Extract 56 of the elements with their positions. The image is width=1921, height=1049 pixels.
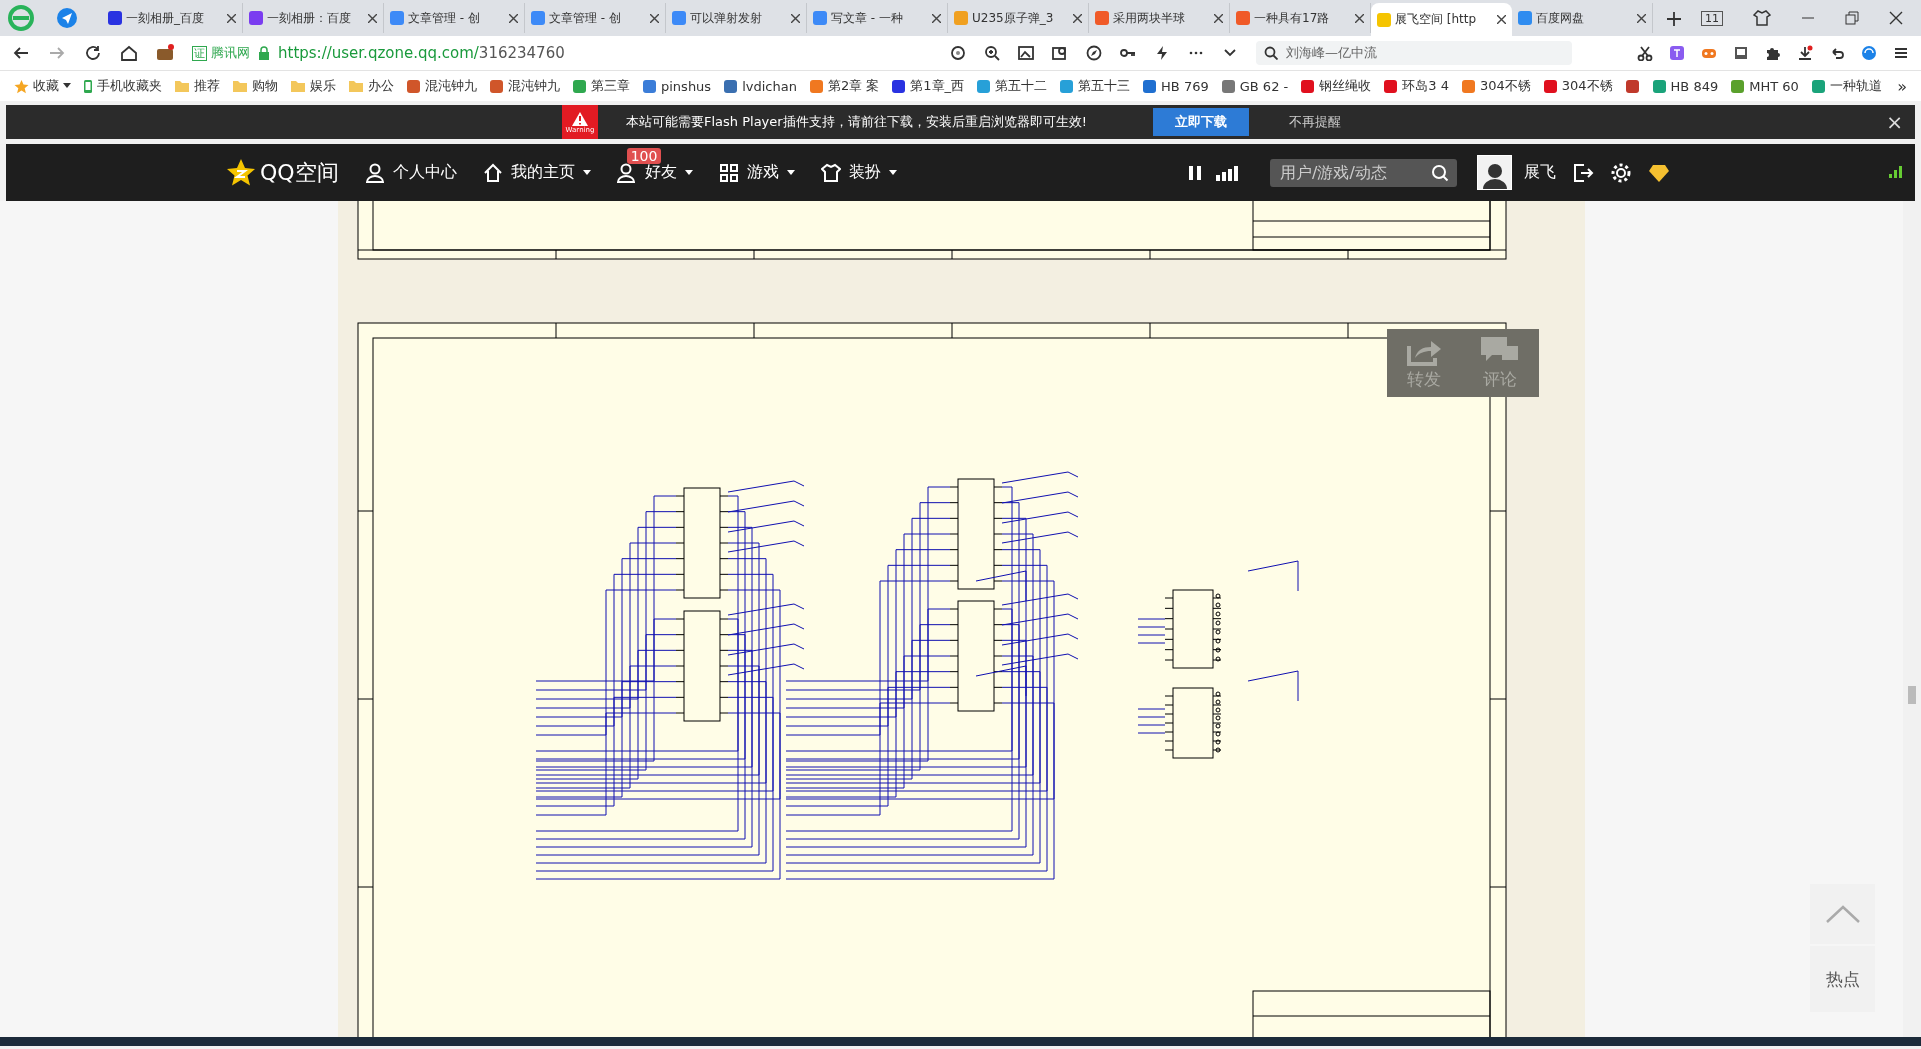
search-field[interactable]: 刘海峰—亿中流 <box>1256 41 1572 65</box>
bookmark-item[interactable]: 手机收藏夹 <box>77 74 168 98</box>
bookmark-item[interactable]: HB 769 <box>1136 74 1215 98</box>
bookmark-item[interactable]: 304不锈 <box>1454 74 1537 98</box>
close-icon[interactable]: × <box>1886 110 1903 134</box>
bookmark-item[interactable]: HB 849 <box>1645 74 1725 98</box>
bookmark-item[interactable]: 304不锈 <box>1536 74 1619 98</box>
flash-warning-message: 本站可能需要Flash Player插件支持，请前往下载，安装后重启浏览器即可生效! <box>626 113 1087 131</box>
bookmark-item[interactable]: 第三章 <box>566 74 636 98</box>
browser-tab[interactable]: 百度网盘 <box>1512 3 1653 33</box>
browser-tab[interactable]: 一刻相册_百度 <box>102 3 243 33</box>
browser-tab[interactable]: 采用两块半球 <box>1089 3 1230 33</box>
notification-badge: 100 <box>626 148 662 164</box>
hot-topics-button[interactable]: 热点 <box>1810 946 1875 1012</box>
browser-tab[interactable]: 文章管理 - 创 <box>384 3 525 33</box>
browser-tab[interactable]: 写文章 - 一种 <box>807 3 948 33</box>
download-button[interactable]: 立即下载 <box>1152 108 1249 136</box>
browser-tab[interactable]: U235原子弹_3 <box>948 3 1089 33</box>
qzone-logo[interactable]: QQ空间 <box>226 157 339 188</box>
bookmark-item[interactable]: 办公 <box>342 74 400 98</box>
bookmark-item[interactable]: 购物 <box>226 74 284 98</box>
dismiss-link[interactable]: 不再提醒 <box>1288 113 1341 131</box>
bookmark-item[interactable]: lvdichan <box>717 74 803 98</box>
browser-tab[interactable]: 展飞空间 [http <box>1371 3 1512 36</box>
bookmark-item[interactable]: GB 62 - <box>1214 74 1295 98</box>
bookmark-item[interactable]: 钢丝绳收 <box>1294 74 1378 98</box>
browser-tab[interactable]: 文章管理 - 创 <box>525 3 666 33</box>
browser-tab[interactable]: 可以弹射发射 <box>666 3 807 33</box>
address-bar[interactable]: 证 腾讯网 https://user.qzone.qq.com/316234760 <box>192 44 932 62</box>
search-field[interactable]: 用户/游戏/动态 <box>1270 158 1457 187</box>
nav-menu-item[interactable]: 游戏 <box>718 162 795 183</box>
bookmark-item[interactable]: 收藏 <box>8 74 77 98</box>
site-name-label: 腾讯网 <box>211 44 250 62</box>
site-badge-mark: 证 <box>192 45 207 61</box>
bookmark-item[interactable]: 混沌钟九 <box>400 74 483 98</box>
more-bookmarks-icon[interactable]: » <box>1897 76 1913 96</box>
bookmark-item[interactable]: 第五十三 <box>1053 74 1137 98</box>
nav-menu-item[interactable]: 好友 <box>616 162 693 183</box>
bookmark-item[interactable]: 推荐 <box>168 74 226 98</box>
nav-menu-item[interactable]: 我的主页 <box>482 162 591 183</box>
bookmark-item[interactable]: 娱乐 <box>284 74 342 98</box>
bookmark-item[interactable]: 一种轨道 <box>1804 74 1888 98</box>
bookmark-item[interactable]: pinshus <box>636 74 718 98</box>
tab-count[interactable]: 11 <box>1701 10 1723 26</box>
bookmark-item[interactable]: MHT 60 <box>1724 74 1805 98</box>
nav-menu-item[interactable]: 装扮 <box>820 162 897 183</box>
nav-menu-item[interactable]: 个人中心 <box>364 162 457 183</box>
bookmark-item[interactable]: 第五十二 <box>970 74 1054 98</box>
bookmark-item[interactable]: 环岛3 4 <box>1377 74 1455 98</box>
browser-tab[interactable]: 一种具有17路 <box>1230 3 1371 33</box>
url-text: https://user.qzone.qq.com/316234760 <box>278 44 565 62</box>
user-name[interactable]: 展飞 <box>1524 162 1556 183</box>
browser-tab[interactable]: 一刻相册：百度 <box>243 3 384 33</box>
bookmark-item[interactable]: 第1章_西 <box>885 74 971 98</box>
bookmark-item[interactable]: 混沌钟九 <box>483 74 566 98</box>
bookmark-item[interactable]: 第2章 案 <box>802 74 886 98</box>
